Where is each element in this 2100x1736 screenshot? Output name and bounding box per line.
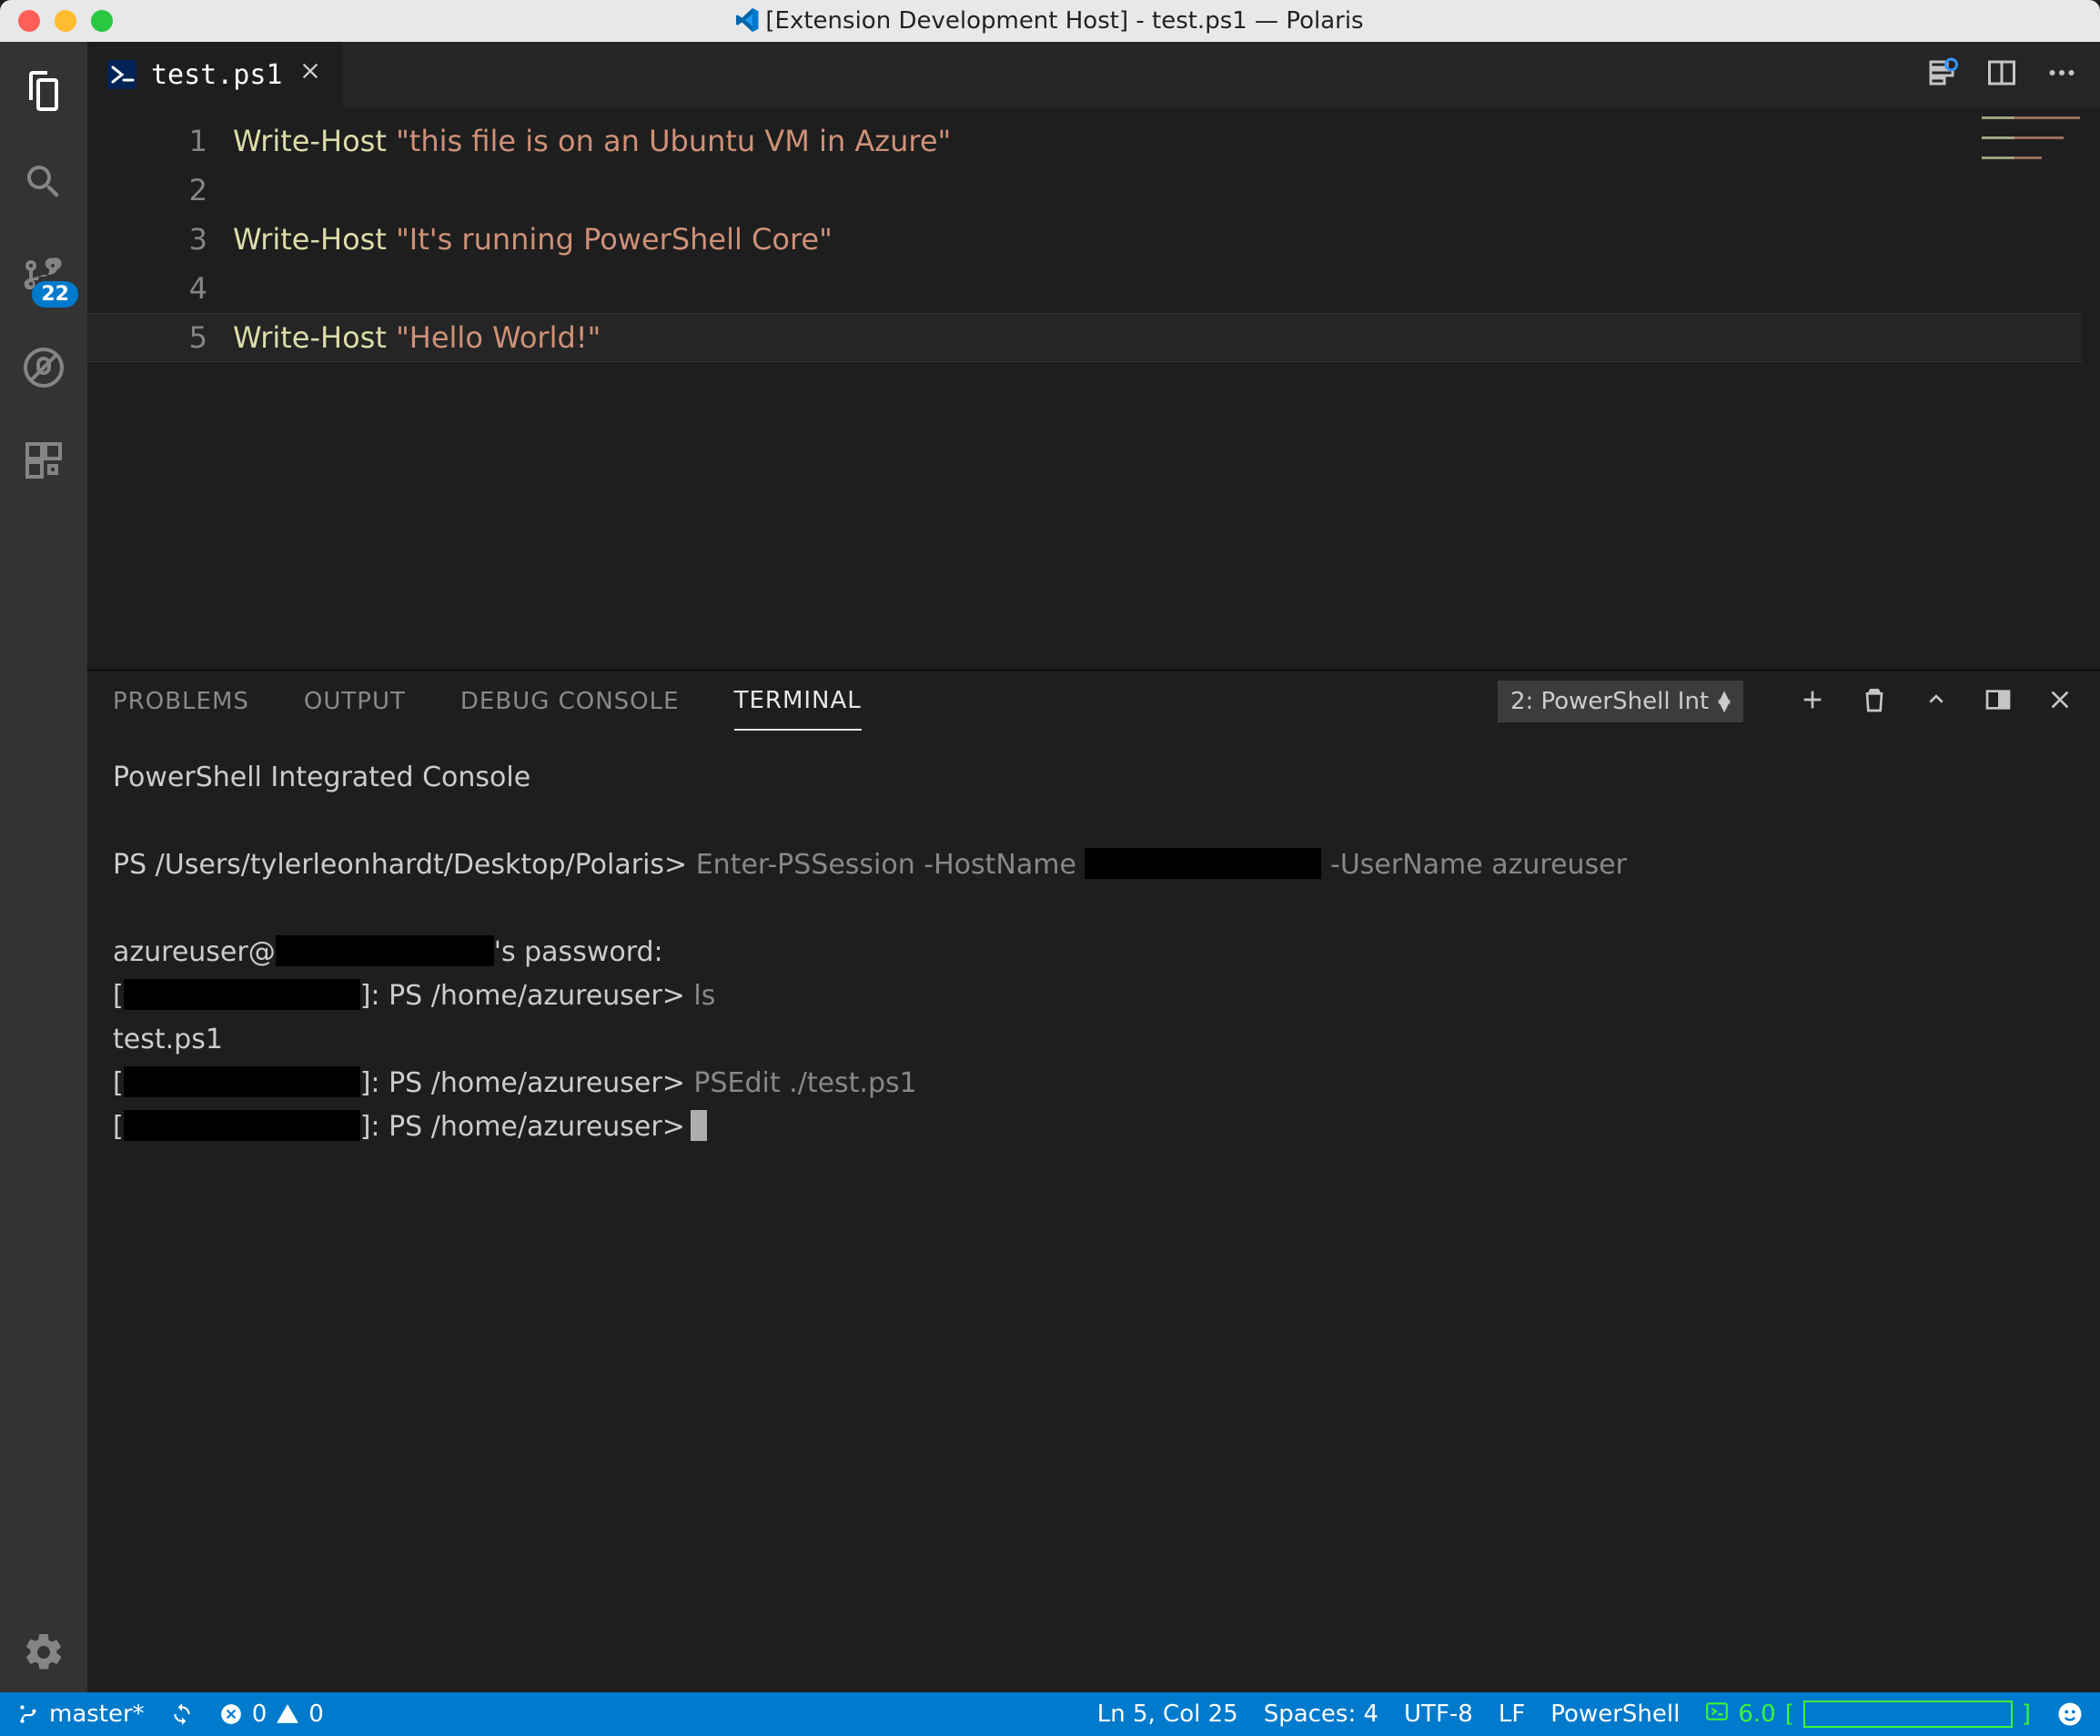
no-bug-icon [22, 346, 66, 389]
status-sync[interactable] [170, 1702, 194, 1726]
terminal-selector[interactable]: 2: PowerShell Int ▲▼ [1498, 681, 1743, 722]
prompt-icon [1705, 1700, 1729, 1723]
terminal-line: []: PS /home/azureuser> ls [113, 974, 2075, 1018]
new-terminal-button[interactable] [1798, 685, 1827, 718]
split-icon [1985, 56, 2018, 89]
panel-tabs: PROBLEMS OUTPUT DEBUG CONSOLE TERMINAL 2… [87, 671, 2100, 732]
warning-icon [276, 1702, 299, 1726]
terminal-cursor [691, 1110, 707, 1141]
code-body[interactable]: Write-Host "this file is on an Ubuntu VM… [233, 107, 2100, 670]
line-number-gutter: 1 2 3 4 5 [87, 107, 233, 670]
extensions-icon [22, 439, 66, 482]
word-wrap-icon [1925, 56, 1958, 89]
status-indentation[interactable]: Spaces: 4 [1264, 1701, 1378, 1728]
tab-close-button[interactable] [298, 58, 323, 91]
bottom-panel: PROBLEMS OUTPUT DEBUG CONSOLE TERMINAL 2… [87, 670, 2100, 1692]
files-icon [22, 67, 66, 111]
line-number: 4 [87, 264, 207, 313]
close-window-button[interactable] [18, 10, 40, 32]
scm-badge: 22 [32, 281, 78, 308]
terminal-line: []: PS /home/azureuser> [113, 1105, 2075, 1149]
panel-tab-problems[interactable]: PROBLEMS [113, 673, 249, 730]
extensions-tab[interactable] [18, 435, 69, 486]
terminal-line: PowerShell Integrated Console [113, 756, 2075, 800]
debug-tab[interactable] [18, 342, 69, 393]
terminal-line: PS /Users/tylerleonhardt/Desktop/Polaris… [113, 843, 2075, 887]
updown-icon: ▲▼ [1718, 692, 1731, 711]
close-panel-button[interactable] [2045, 685, 2075, 718]
zoom-window-button[interactable] [91, 10, 113, 32]
status-eol[interactable]: LF [1499, 1701, 1525, 1728]
gear-icon [22, 1630, 66, 1674]
status-bar: master* 0 0 Ln 5, Col 25 Spaces: 4 UTF-8… [0, 1692, 2100, 1736]
editor-actions [1925, 42, 2100, 107]
minimize-window-button[interactable] [55, 10, 76, 32]
split-panel-icon [1984, 685, 2013, 714]
split-editor-button[interactable] [1985, 56, 2018, 93]
terminal-body[interactable]: PowerShell Integrated Console PS /Users/… [87, 732, 2100, 1692]
panel-tab-debug[interactable]: DEBUG CONSOLE [460, 673, 680, 730]
smiley-icon [2056, 1701, 2084, 1728]
split-terminal-button[interactable] [1984, 685, 2013, 718]
status-powershell-version[interactable]: 6.0 [] [1705, 1700, 2031, 1730]
plus-icon [1798, 685, 1827, 714]
kill-terminal-button[interactable] [1860, 685, 1889, 718]
terminal-selector-label: 2: PowerShell Int [1510, 688, 1709, 715]
trash-icon [1860, 685, 1889, 714]
panel-tab-output[interactable]: OUTPUT [304, 673, 406, 730]
status-problems[interactable]: 0 0 [219, 1701, 324, 1728]
source-control-tab[interactable]: 22 [18, 249, 69, 300]
error-icon [219, 1702, 243, 1726]
git-branch-icon [16, 1702, 40, 1726]
editor-tabs: test.ps1 [87, 42, 2100, 107]
powershell-file-icon [107, 60, 136, 89]
explorer-tab[interactable] [18, 64, 69, 115]
sync-icon [170, 1702, 194, 1726]
line-number: 3 [87, 215, 207, 264]
toggle-word-wrap-button[interactable] [1925, 56, 1958, 93]
settings-button[interactable] [0, 1630, 87, 1674]
status-git-branch[interactable]: master* [16, 1701, 145, 1728]
line-number: 5 [87, 313, 207, 362]
maximize-panel-button[interactable] [1922, 685, 1951, 718]
status-cursor-position[interactable]: Ln 5, Col 25 [1097, 1701, 1238, 1728]
tab-test-ps1[interactable]: test.ps1 [87, 42, 344, 107]
line-number: 2 [87, 166, 207, 215]
status-encoding[interactable]: UTF-8 [1404, 1701, 1473, 1728]
panel-tab-terminal[interactable]: TERMINAL [734, 672, 862, 731]
more-actions-button[interactable] [2045, 56, 2078, 93]
terminal-line: test.ps1 [113, 1018, 2075, 1062]
vscode-icon [736, 8, 760, 32]
close-icon [298, 58, 323, 84]
window-controls [0, 10, 113, 32]
close-icon [2045, 685, 2075, 714]
terminal-line: []: PS /home/azureuser> PSEdit ./test.ps… [113, 1062, 2075, 1105]
titlebar: [Extension Development Host] - test.ps1 … [0, 0, 2100, 42]
chevron-up-icon [1922, 685, 1951, 714]
search-tab[interactable] [18, 156, 69, 207]
tab-label: test.ps1 [151, 59, 283, 91]
status-language[interactable]: PowerShell [1550, 1701, 1680, 1728]
terminal-line: azureuser@'s password: [113, 931, 2075, 974]
activity-bar: 22 [0, 42, 87, 1692]
ellipsis-icon [2045, 56, 2078, 89]
status-feedback[interactable] [2056, 1701, 2084, 1728]
line-number: 1 [87, 116, 207, 166]
window-title: [Extension Development Host] - test.ps1 … [0, 7, 2100, 35]
search-icon [22, 160, 66, 204]
code-editor[interactable]: 1 2 3 4 5 Write-Host "this file is on an… [87, 107, 2100, 670]
